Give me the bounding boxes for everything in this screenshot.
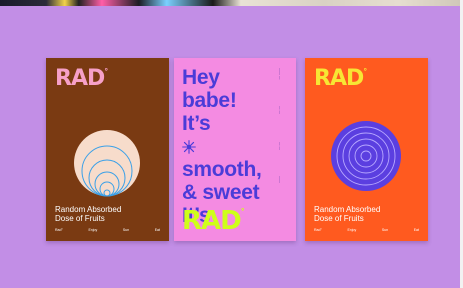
footer-item: Enjoy <box>347 228 357 232</box>
side-notes-decoration: —— — — — — — —— <box>278 68 292 198</box>
degree-mark: ° <box>240 207 245 216</box>
caption-line-2: Dose of Fruits <box>314 214 364 223</box>
headline-line-with-star: It’s <box>182 112 262 158</box>
footer-item: Eat <box>154 228 160 232</box>
mockup-scene: RAD° Random Absorbed Dose of Fruits Rad°… <box>0 0 463 288</box>
side-note-mark: —— <box>278 176 282 183</box>
poster-center: Hey babe! It’s smooth, & sweet It’s —— —… <box>174 58 296 241</box>
footer-item: Sun <box>122 228 130 232</box>
footer-item: Eat <box>413 228 419 232</box>
footer-item: Enjoy <box>88 228 98 232</box>
footer-item: Rad° <box>55 228 63 232</box>
poster-headline: Hey babe! It’s smooth, & sweet It’s <box>182 66 262 227</box>
side-note-mark: — — <box>278 142 282 150</box>
poster-footer: Rad° Enjoy Sun Eat <box>314 228 419 232</box>
headline-line: It’s <box>182 112 211 135</box>
side-note-mark: —— — <box>278 68 282 80</box>
footer-item: Sun <box>381 228 389 232</box>
headline-line: babe! <box>182 89 237 112</box>
poster-caption: Random Absorbed Dose of Fruits <box>55 205 121 223</box>
poster-left: RAD° Random Absorbed Dose of Fruits Rad°… <box>46 58 169 241</box>
peach-circle <box>74 130 140 196</box>
caption-line-1: Random Absorbed <box>314 205 381 214</box>
rad-logo-text: RAD <box>182 206 242 236</box>
caption-line-2: Dose of Fruits <box>55 214 105 223</box>
poster-right: RAD° Random Absorbed Dose of Fruits Rad°… <box>305 58 428 241</box>
side-note-mark: — — <box>278 106 282 114</box>
sparkle-icon <box>182 140 196 154</box>
caption-line-1: Random Absorbed <box>55 205 122 214</box>
footer-item: Rad° <box>314 228 322 232</box>
violet-circle <box>331 121 401 191</box>
poster-footer: Rad° Enjoy Sun Eat <box>55 228 160 232</box>
headline-line: Hey <box>182 66 220 89</box>
headline-line: & sweet <box>182 181 260 204</box>
headline-line: smooth, <box>182 158 262 181</box>
rad-logo: RAD° <box>182 206 245 236</box>
poster-caption: Random Absorbed Dose of Fruits <box>314 205 380 223</box>
